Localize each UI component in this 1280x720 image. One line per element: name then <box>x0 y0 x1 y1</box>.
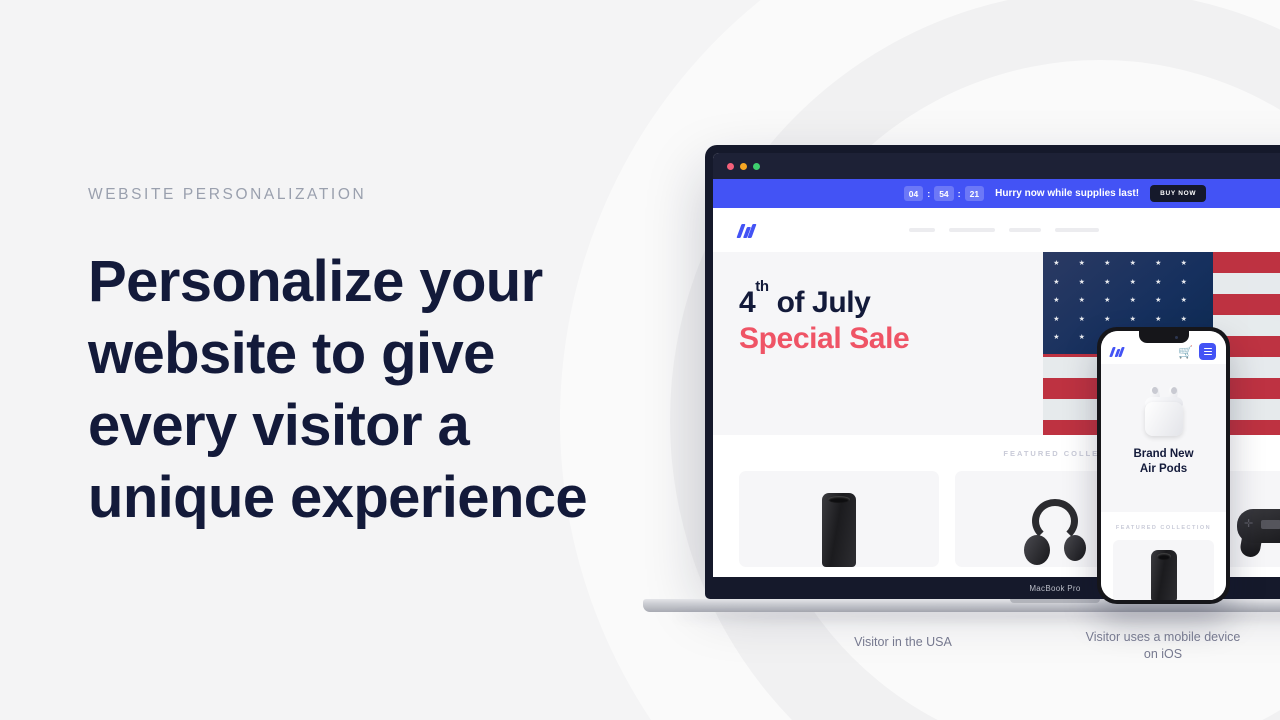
browser-titlebar <box>713 153 1280 179</box>
phone-hero: Brand New Air Pods <box>1101 364 1226 512</box>
shopping-cart-icon[interactable]: 🛒 <box>1178 346 1193 358</box>
nav-link-placeholder[interactable] <box>1009 228 1041 232</box>
caption-desktop-visitor: Visitor in the USA <box>854 635 952 649</box>
minimize-icon[interactable] <box>740 162 747 170</box>
caption-mobile-visitor: Visitor uses a mobile device on iOS <box>1085 630 1241 661</box>
hero-subtitle: Special Sale <box>739 322 910 355</box>
airpods-image <box>1140 378 1188 436</box>
hero-title: 4th of July <box>739 277 871 320</box>
phone-product-title: Brand New Air Pods <box>1133 447 1193 477</box>
laptop-shadow <box>675 612 1280 621</box>
nav-link-placeholder[interactable] <box>909 228 935 232</box>
hero-copy: 4th of July Special Sale <box>713 252 1043 435</box>
headphones-image <box>1024 499 1086 567</box>
page-title: Personalize your website to give every v… <box>88 249 588 530</box>
phone-notch <box>1138 331 1189 343</box>
eyebrow-label: WEBSITE PERSONALIZATION <box>88 186 367 203</box>
phone-product-title-line1: Brand New <box>1133 448 1194 460</box>
site-navbar: SIGN UP <box>713 208 1280 252</box>
bluetooth-speaker-image <box>1150 550 1177 600</box>
countdown-timer: 04 : 54 : 21 <box>903 186 985 201</box>
countdown-separator: : <box>957 188 961 199</box>
countdown-separator: : <box>927 188 931 199</box>
slash-logo-icon[interactable] <box>736 222 757 238</box>
countdown-hours: 04 <box>903 186 924 201</box>
phone-mockup: 🛒 Brand New Air Pods FEATURED COLLECTION <box>1097 327 1230 604</box>
phone-featured-label: FEATURED COLLECTION <box>1115 525 1212 531</box>
bluetooth-speaker-image <box>822 493 856 567</box>
promo-message: Hurry now while supplies last! <box>995 188 1140 199</box>
buy-now-button[interactable]: BUY NOW <box>1150 185 1207 202</box>
phone-product-card[interactable] <box>1113 540 1214 600</box>
hamburger-menu-icon[interactable] <box>1199 343 1216 360</box>
product-card[interactable] <box>739 471 939 567</box>
countdown-minutes: 54 <box>934 186 954 201</box>
phone-product-title-line2: Air Pods <box>1139 463 1188 475</box>
marketing-copy: WEBSITE PERSONALIZATION Personalize your… <box>88 186 648 534</box>
nav-link-placeholder[interactable] <box>1055 228 1099 232</box>
countdown-seconds: 21 <box>964 186 985 201</box>
slash-logo-icon[interactable] <box>1109 346 1125 357</box>
promo-banner: 04 : 54 : 21 Hurry now while supplies la… <box>713 179 1280 208</box>
nav-links <box>909 228 1099 232</box>
phone-featured-collection: FEATURED COLLECTION <box>1101 512 1226 600</box>
maximize-icon[interactable] <box>753 162 760 170</box>
laptop-model-label: MacBook Pro <box>1029 583 1081 593</box>
game-controller-image: ✛ <box>1237 503 1280 559</box>
nav-link-placeholder[interactable] <box>949 228 995 232</box>
close-icon[interactable] <box>727 162 734 170</box>
phone-screen: 🛒 Brand New Air Pods FEATURED COLLECTION <box>1101 331 1226 600</box>
